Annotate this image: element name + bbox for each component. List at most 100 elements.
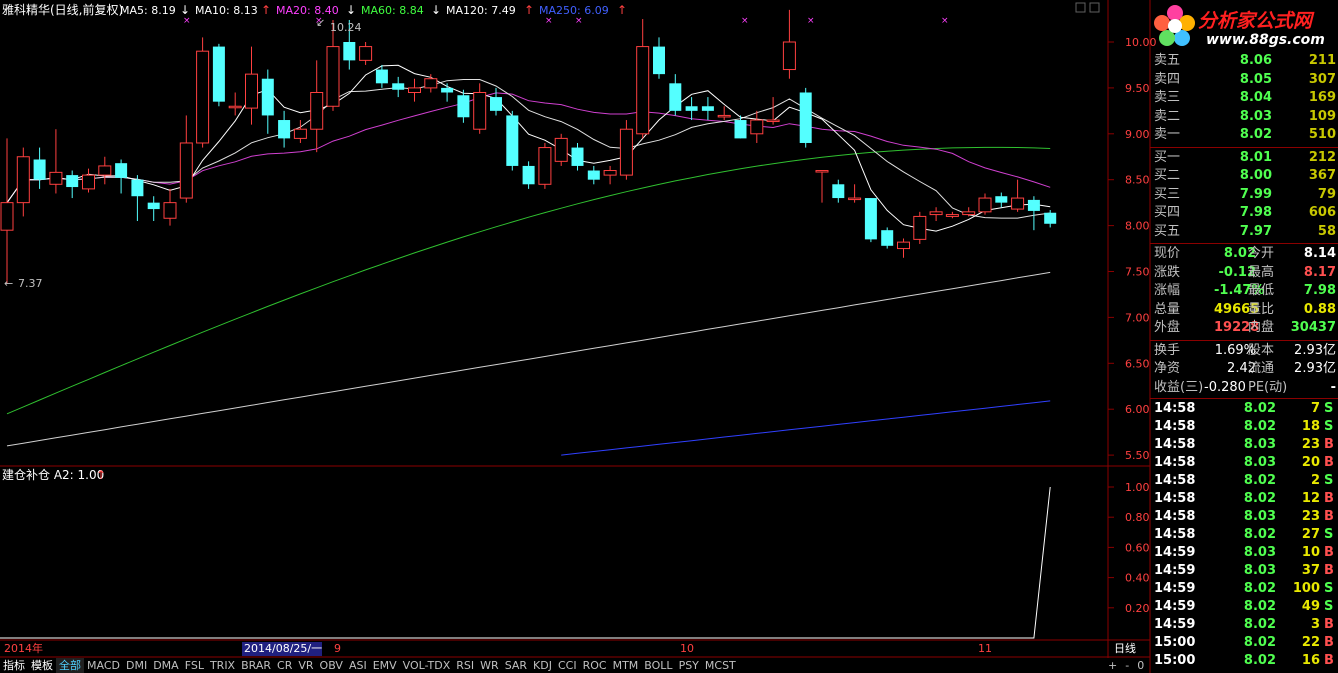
indicator-tab-bar: 指标 模板 全部 MACD DMI DMA FSL TRIX BRAR CR VR OBV ASI EMV…	[0, 658, 1150, 673]
tab-指标[interactable]: 指标	[0, 658, 28, 673]
tab-psy[interactable]: PSY	[676, 658, 702, 673]
tick-row: 14:58 8.02 12 B	[1150, 490, 1338, 508]
tab-fsl[interactable]: FSL	[182, 658, 207, 673]
tick-price: 8.02	[1243, 527, 1276, 542]
ma-legend-arrow: ↑	[261, 3, 271, 17]
candle-body-down	[131, 179, 144, 197]
tick-time: 15:00	[1154, 653, 1196, 668]
tab-dma[interactable]: DMA	[150, 658, 182, 673]
tab-trix[interactable]: TRIX	[207, 658, 238, 673]
month-label-9: 9	[334, 642, 341, 655]
level-label: 卖一	[1154, 127, 1181, 142]
level-price: 8.01	[1239, 149, 1272, 165]
tab-obv[interactable]: OBV	[317, 658, 346, 673]
tick-volume: 49	[1301, 599, 1320, 614]
stat-label: 流通	[1248, 361, 1275, 376]
tab-dmi[interactable]: DMI	[123, 658, 150, 673]
month-label-10: 10	[680, 642, 694, 655]
tick-time: 14:58	[1154, 437, 1196, 452]
tick-side: B	[1324, 617, 1334, 632]
tab-全部[interactable]: 全部	[56, 658, 84, 673]
tab-wr[interactable]: WR	[477, 658, 502, 673]
candle-body-up	[929, 211, 943, 216]
indicator-pane	[0, 486, 1051, 639]
tab-模板[interactable]: 模板	[28, 658, 56, 673]
tick-side: B	[1324, 455, 1334, 470]
sell-level-5: 卖五 8.06 211	[1150, 52, 1338, 70]
level-volume: 307	[1308, 71, 1336, 87]
buy-level-3: 买三 7.99 79	[1150, 186, 1338, 204]
signal-marker: ×	[183, 16, 191, 26]
candle-body-up	[717, 114, 731, 118]
period-label[interactable]: 日线	[1114, 641, 1136, 655]
candle-body-down	[115, 163, 128, 178]
candle-body-up	[163, 202, 177, 219]
tick-row: 14:59 8.03 37 B	[1150, 562, 1338, 580]
price-tick-label: 7.50	[1125, 266, 1150, 279]
candle-body-up	[49, 171, 63, 185]
candle-body-down	[278, 120, 291, 139]
candle-body-down	[734, 120, 747, 139]
candle-body-up	[424, 78, 438, 89]
tab-kdj[interactable]: KDJ	[530, 658, 555, 673]
level-price: 8.05	[1239, 71, 1272, 87]
level-price: 7.99	[1239, 186, 1272, 202]
month-label-11: 11	[978, 642, 992, 655]
tab-emv[interactable]: EMV	[370, 658, 400, 673]
candle-body-down	[881, 230, 894, 246]
candle-body-down	[506, 115, 519, 166]
candle-body-down	[392, 83, 405, 90]
stat-label: 净资	[1154, 361, 1181, 376]
reset-zoom-button[interactable]: 0	[1133, 658, 1148, 673]
ma-legend-arrow: ↓	[431, 3, 441, 17]
tab-macd[interactable]: MACD	[84, 658, 123, 673]
candle-body-up	[978, 197, 992, 213]
tick-price: 8.02	[1243, 419, 1276, 434]
tab-vol-tdx[interactable]: VOL-TDX	[400, 658, 454, 673]
zoom-out-button[interactable]: -	[1121, 658, 1133, 673]
candle-body-up	[945, 214, 959, 217]
tab-sar[interactable]: SAR	[502, 658, 530, 673]
level-price: 7.97	[1239, 223, 1272, 239]
signal-marker: ×	[575, 16, 583, 26]
candle-body-down	[571, 147, 584, 166]
sell-level-1: 卖一 8.02 510	[1150, 126, 1338, 144]
tick-volume: 23	[1301, 437, 1320, 452]
candle-body-up	[766, 119, 780, 123]
price-tick-label: 5.50	[1125, 449, 1150, 462]
tab-rsi[interactable]: RSI	[453, 658, 477, 673]
ma-legend-item: MA10: 8.13	[195, 4, 258, 17]
tab-vr[interactable]: VR	[295, 658, 316, 673]
candle-body-down	[261, 78, 274, 116]
tab-asi[interactable]: ASI	[346, 658, 370, 673]
tab-brar[interactable]: BRAR	[238, 658, 274, 673]
tab-cr[interactable]: CR	[274, 658, 295, 673]
tick-volume: 3	[1310, 617, 1320, 632]
signal-marker: ×	[807, 16, 815, 26]
candle-body-up	[82, 174, 95, 190]
candle-body-up	[848, 197, 862, 201]
tab-mtm[interactable]: MTM	[610, 658, 642, 673]
tick-price: 8.02	[1243, 401, 1276, 416]
kline-chart[interactable]: 10.009.509.008.508.007.507.006.506.005.5…	[0, 0, 1338, 673]
low-annotation: 7.37	[18, 277, 43, 290]
close-icon	[1089, 2, 1100, 13]
tab-cci[interactable]: CCI	[555, 658, 580, 673]
buy-level-5: 买五 7.97 58	[1150, 223, 1338, 241]
tab-boll[interactable]: BOLL	[641, 658, 675, 673]
tab-mcst[interactable]: MCST	[702, 658, 739, 673]
candle-body-up	[473, 91, 487, 130]
tab-roc[interactable]: ROC	[580, 658, 610, 673]
stat-value: 30437	[1290, 320, 1336, 335]
tick-price: 8.03	[1243, 455, 1276, 470]
zoom-in-button[interactable]: +	[1104, 658, 1121, 673]
ma-legend-item: MA120: 7.49	[446, 4, 516, 17]
candle-body-down	[995, 196, 1008, 203]
candle-body-up	[913, 215, 927, 240]
candle-body-up	[293, 128, 307, 139]
level-volume: 169	[1308, 90, 1336, 105]
cursor-date: 2014/08/25/一	[244, 642, 322, 655]
tick-side: S	[1324, 473, 1334, 488]
tick-side: B	[1324, 653, 1334, 668]
tick-price: 8.03	[1243, 545, 1276, 560]
